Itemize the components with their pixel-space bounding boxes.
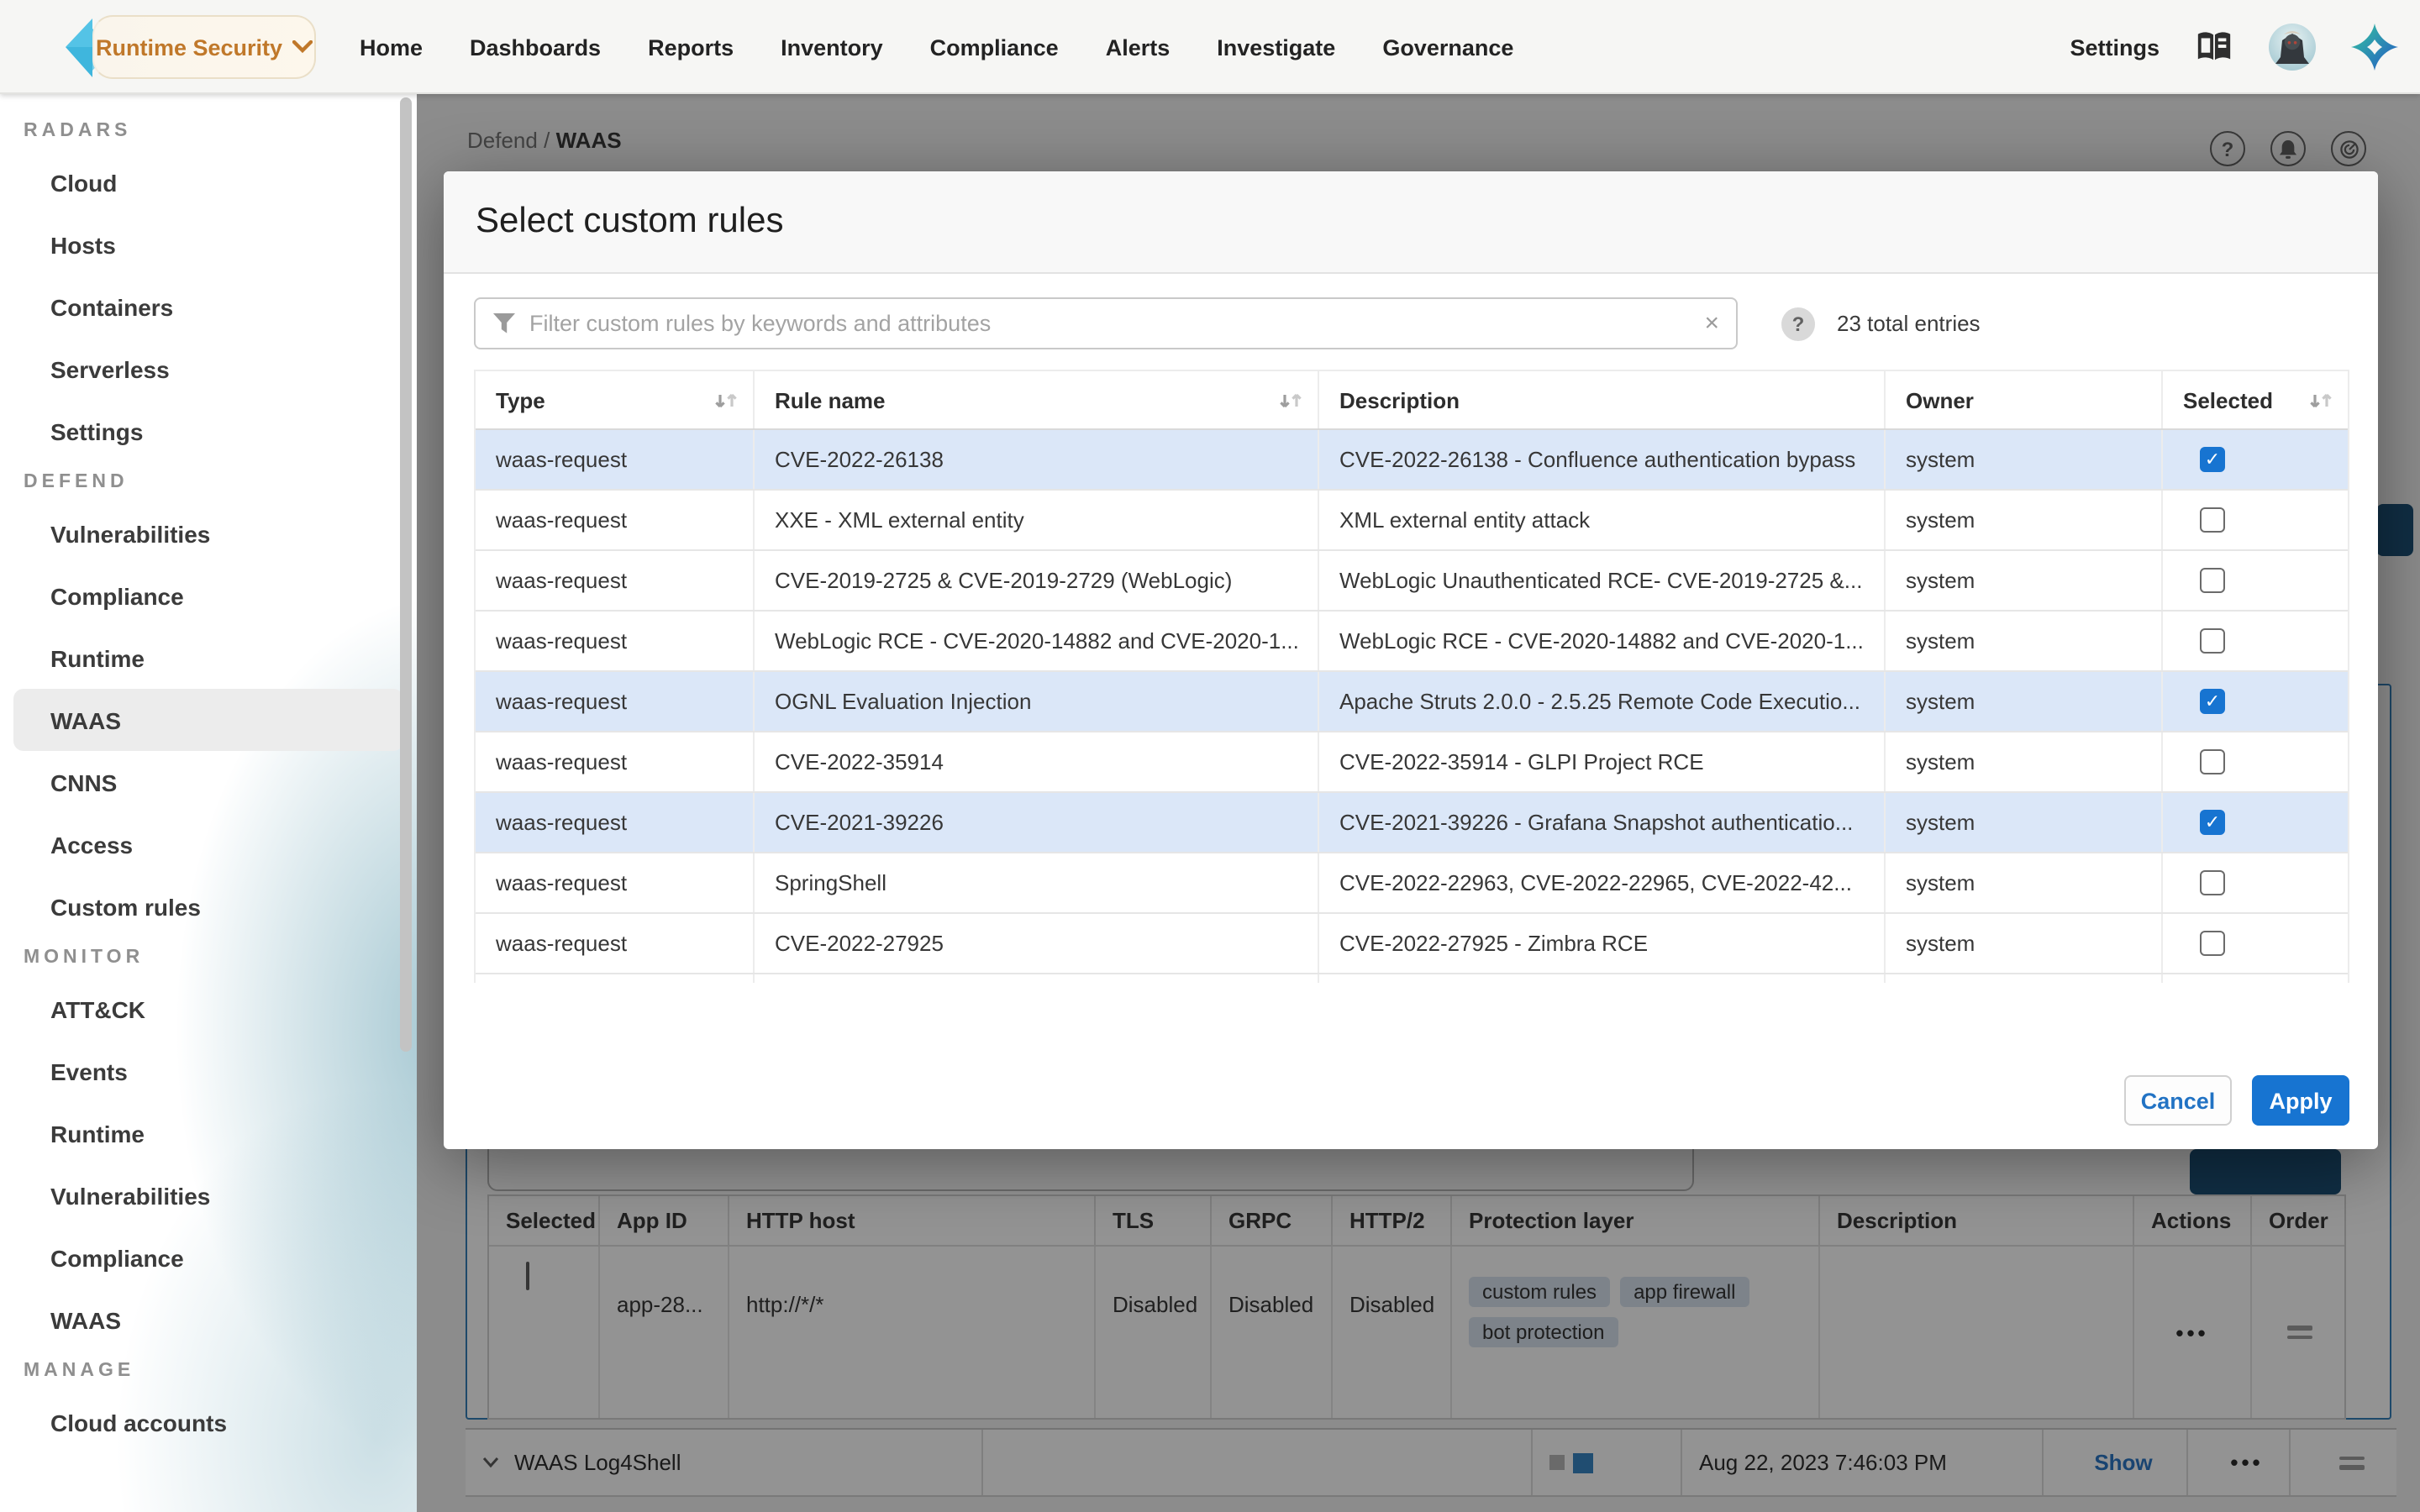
row-checkbox[interactable] <box>2200 568 2225 593</box>
modal-footer: Cancel Apply <box>2124 1075 2349 1126</box>
row-checkbox[interactable] <box>2200 689 2225 714</box>
nav-item-compliance[interactable]: Compliance <box>930 34 1059 60</box>
modal-header: Select custom rules <box>444 171 2378 274</box>
nav-item-settings[interactable]: Settings <box>2070 34 2160 60</box>
row-checkbox[interactable] <box>2200 870 2225 895</box>
table-row[interactable]: waas-requestOGNL Evaluation InjectionApa… <box>476 672 2348 732</box>
prisma-spark-icon[interactable] <box>2351 24 2398 71</box>
sidebar-item-monitor-runtime[interactable]: Runtime <box>13 1102 403 1164</box>
page-content: Defend / WAAS ? Selected App ID HTTP hos… <box>417 94 2420 1512</box>
sidebar-item-monitor-compliance[interactable]: Compliance <box>13 1226 403 1289</box>
sidebar-item-attck[interactable]: ATT&CK <box>13 978 403 1040</box>
sidebar-item-cloud-accounts[interactable]: Cloud accounts <box>13 1391 403 1453</box>
sidebar-item-runtime[interactable]: Runtime <box>13 627 403 689</box>
nav-item-home[interactable]: Home <box>360 34 423 60</box>
col-rule-name[interactable]: Rule name <box>755 371 1319 428</box>
custom-rules-table-header: Type Rule name Description Owner Selecte… <box>476 371 2348 430</box>
nav-utilities: Settings <box>2070 0 2398 94</box>
nav-item-alerts[interactable]: Alerts <box>1106 34 1171 60</box>
sort-type-icon[interactable] <box>713 389 739 411</box>
sidebar-item-monitor-vulnerabilities[interactable]: Vulnerabilities <box>13 1164 403 1226</box>
modal-title: Select custom rules <box>476 202 784 242</box>
apply-button[interactable]: Apply <box>2252 1075 2349 1126</box>
col-type[interactable]: Type <box>476 371 755 428</box>
sidebar-section-manage: MANAGE <box>0 1351 417 1391</box>
row-checkbox[interactable] <box>2200 931 2225 956</box>
select-custom-rules-modal: Select custom rules × ? 23 total entries… <box>444 171 2378 1149</box>
nav-item-inventory[interactable]: Inventory <box>781 34 883 60</box>
main-menu: Home Dashboards Reports Inventory Compli… <box>360 0 1513 94</box>
filter-funnel-icon <box>492 312 516 334</box>
row-checkbox[interactable] <box>2200 810 2225 835</box>
documentation-book-icon[interactable] <box>2195 30 2233 64</box>
table-row[interactable]: waas-requestCVE-2021-39226CVE-2021-39226… <box>476 793 2348 853</box>
sidebar-item-monitor-waas[interactable]: WAAS <box>13 1289 403 1351</box>
sidebar-item-containers[interactable]: Containers <box>13 276 403 338</box>
col-description[interactable]: Description <box>1319 371 1886 428</box>
filter-help-icon[interactable]: ? <box>1781 307 1815 340</box>
row-checkbox[interactable] <box>2200 507 2225 533</box>
filter-input[interactable] <box>529 311 1691 336</box>
sidebar-item-events[interactable]: Events <box>13 1040 403 1102</box>
app-window: Runtime Security Home Dashboards Reports… <box>0 0 2420 1512</box>
sort-rule-name-icon[interactable] <box>1277 389 1304 411</box>
clear-filter-icon[interactable]: × <box>1704 311 1719 336</box>
sidebar-section-monitor: MONITOR <box>0 937 417 978</box>
sidebar-item-radar-settings[interactable]: Settings <box>13 400 403 462</box>
table-row[interactable]: waas-requestCVE-2022-26138CVE-2022-26138… <box>476 430 2348 491</box>
nav-item-dashboards[interactable]: Dashboards <box>470 34 601 60</box>
custom-rules-table: Type Rule name Description Owner Selecte… <box>474 370 2349 983</box>
product-switcher-label: Runtime Security <box>96 34 282 60</box>
user-avatar[interactable] <box>2269 24 2316 71</box>
row-checkbox[interactable] <box>2200 749 2225 774</box>
sidebar-item-serverless[interactable]: Serverless <box>13 338 403 400</box>
table-row[interactable]: waas-requestCVE-2019-2725 & CVE-2019-272… <box>476 551 2348 612</box>
sidebar-section-defend: DEFEND <box>0 462 417 502</box>
table-row[interactable]: waas-requestCVE-2022-27925CVE-2022-27925… <box>476 914 2348 974</box>
modal-filter-row: × ? 23 total entries <box>474 297 2348 349</box>
sidebar-scrollbar[interactable] <box>400 97 412 1052</box>
nav-item-governance[interactable]: Governance <box>1382 34 1513 60</box>
sidebar-item-cloud[interactable]: Cloud <box>13 151 403 213</box>
sidebar-item-cnns[interactable]: CNNS <box>13 751 403 813</box>
row-checkbox[interactable] <box>2200 447 2225 472</box>
row-checkbox[interactable] <box>2200 628 2225 654</box>
sort-selected-icon[interactable] <box>2307 389 2334 411</box>
table-row[interactable]: waas-requestXXE - XML external entityXML… <box>476 491 2348 551</box>
product-switcher[interactable]: Runtime Security <box>92 15 316 79</box>
sidebar-item-vulnerabilities[interactable]: Vulnerabilities <box>13 502 403 564</box>
sidebar-item-access[interactable]: Access <box>13 813 403 875</box>
chevron-down-icon <box>292 40 313 54</box>
sidebar-section-radars: RADARS <box>0 111 417 151</box>
col-owner[interactable]: Owner <box>1886 371 2163 428</box>
filter-input-container: × <box>474 297 1738 349</box>
table-row[interactable] <box>476 974 2348 983</box>
total-entries-label: 23 total entries <box>1837 311 1981 336</box>
cancel-button[interactable]: Cancel <box>2124 1075 2232 1126</box>
sidebar-item-compliance[interactable]: Compliance <box>13 564 403 627</box>
nav-item-investigate[interactable]: Investigate <box>1217 34 1335 60</box>
sidebar-item-hosts[interactable]: Hosts <box>13 213 403 276</box>
top-nav: Runtime Security Home Dashboards Reports… <box>0 0 2420 94</box>
sidebar-item-waas[interactable]: WAAS <box>13 689 403 751</box>
col-selected[interactable]: Selected <box>2163 371 2348 428</box>
table-row[interactable]: waas-requestSpringShellCVE-2022-22963, C… <box>476 853 2348 914</box>
sidebar: RADARS Cloud Hosts Containers Serverless… <box>0 94 417 1512</box>
table-row[interactable]: waas-requestWebLogic RCE - CVE-2020-1488… <box>476 612 2348 672</box>
sidebar-item-custom-rules[interactable]: Custom rules <box>13 875 403 937</box>
nav-item-reports[interactable]: Reports <box>648 34 734 60</box>
table-row[interactable]: waas-requestCVE-2022-35914CVE-2022-35914… <box>476 732 2348 793</box>
